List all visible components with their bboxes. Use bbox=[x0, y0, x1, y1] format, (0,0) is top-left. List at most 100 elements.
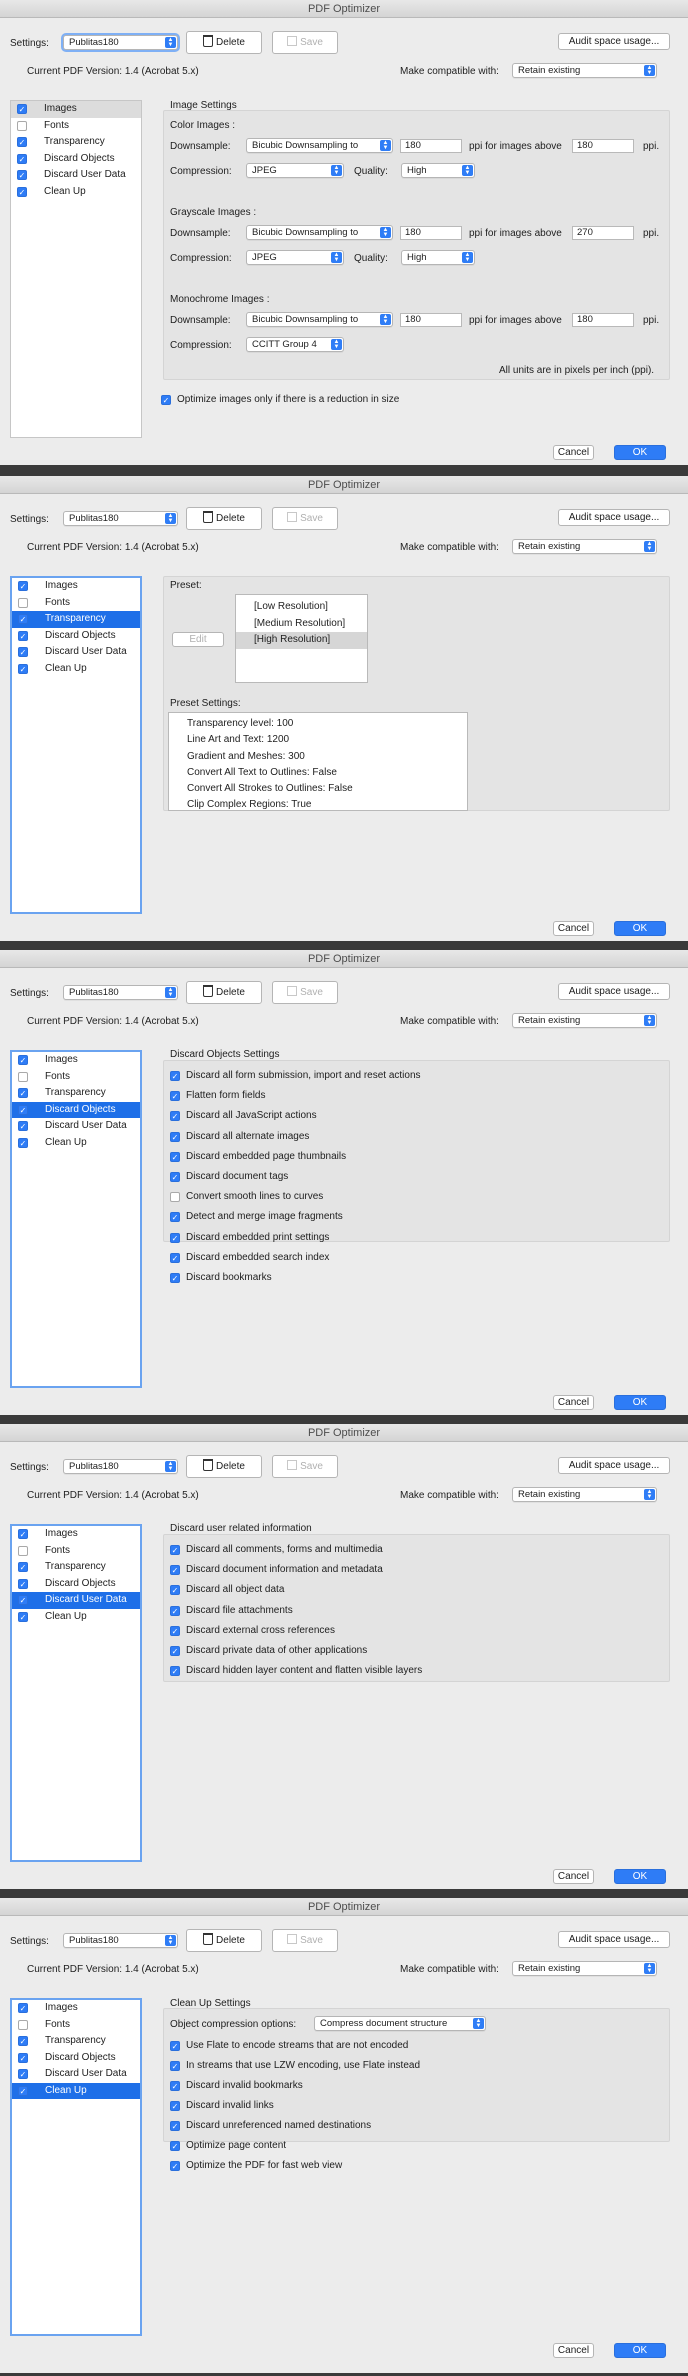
checkmark-icon[interactable]: ✓ bbox=[170, 2141, 180, 2151]
sidebar-item-images[interactable]: ✓ Images bbox=[11, 101, 141, 118]
checkmark-icon[interactable]: ✓ bbox=[161, 395, 171, 405]
checkmark-icon[interactable]: ✓ bbox=[18, 1121, 28, 1131]
checkmark-icon[interactable]: ✓ bbox=[18, 1529, 28, 1539]
checkmark-icon[interactable]: ✓ bbox=[17, 170, 27, 180]
mono-ppi-to-input[interactable]: 180 bbox=[400, 313, 462, 327]
checkmark-icon[interactable]: ✓ bbox=[18, 2052, 28, 2063]
checkmark-icon[interactable]: ✓ bbox=[170, 2121, 180, 2131]
category-sidebar[interactable]: ✓ Images Fonts ✓ Transparency ✓ Discard … bbox=[10, 576, 142, 914]
checkbox-icon[interactable] bbox=[17, 120, 27, 131]
checkmark-icon[interactable]: ✓ bbox=[18, 663, 28, 674]
checkmark-icon[interactable]: ✓ bbox=[17, 153, 27, 164]
checkmark-icon[interactable]: ✓ bbox=[170, 1071, 180, 1081]
delete-button[interactable]: Delete bbox=[186, 1455, 262, 1478]
cancel-button[interactable]: Cancel bbox=[553, 2343, 594, 2358]
sidebar-item-discard-user-data[interactable]: ✓ Discard User Data bbox=[12, 1118, 140, 1135]
sidebar-item-transparency[interactable]: ✓ Transparency bbox=[12, 1559, 140, 1576]
checkmark-icon[interactable]: ✓ bbox=[18, 647, 28, 657]
sidebar-item-fonts[interactable]: Fonts bbox=[12, 1543, 140, 1560]
checkbox-icon[interactable] bbox=[18, 1545, 28, 1556]
gray-quality-dropdown[interactable]: High ▲ ▼ bbox=[401, 250, 475, 265]
discard-objects-option[interactable]: Convert smooth lines to curves bbox=[170, 1191, 323, 1203]
checkmark-icon[interactable]: ✓ bbox=[18, 1137, 28, 1148]
sidebar-item-clean-up[interactable]: ✓ Clean Up bbox=[11, 184, 141, 201]
sidebar-item-discard-objects[interactable]: ✓ Discard Objects bbox=[12, 2050, 140, 2067]
checkmark-icon[interactable]: ✓ bbox=[170, 1212, 180, 1223]
sidebar-item-fonts[interactable]: Fonts bbox=[12, 2017, 140, 2034]
checkmark-icon[interactable]: ✓ bbox=[170, 2041, 180, 2051]
audit-space-button[interactable]: Audit space usage... bbox=[558, 983, 670, 1000]
checkmark-icon[interactable]: ✓ bbox=[170, 1666, 180, 1677]
discard-objects-option[interactable]: ✓ Flatten form fields bbox=[170, 1090, 265, 1102]
audit-space-button[interactable]: Audit space usage... bbox=[558, 1457, 670, 1474]
cancel-button[interactable]: Cancel bbox=[553, 921, 594, 936]
checkmark-icon[interactable]: ✓ bbox=[17, 137, 27, 147]
delete-button[interactable]: Delete bbox=[186, 31, 262, 54]
discard-objects-option[interactable]: ✓ Discard embedded search index bbox=[170, 1252, 329, 1263]
preset-list[interactable]: [Low Resolution] [Medium Resolution] [High… bbox=[235, 594, 368, 683]
discard-objects-option[interactable]: ✓ Discard bookmarks bbox=[170, 1272, 272, 1283]
edit-button[interactable]: Edit bbox=[172, 632, 224, 647]
sidebar-item-discard-user-data[interactable]: ✓ Discard User Data bbox=[12, 1592, 140, 1609]
checkmark-icon[interactable]: ✓ bbox=[17, 186, 27, 197]
discard-user-option[interactable]: ✓ Discard all object data bbox=[170, 1584, 284, 1596]
category-sidebar[interactable]: ✓ Images Fonts ✓ Transparency ✓ Discard … bbox=[10, 1050, 142, 1388]
ok-button[interactable]: OK bbox=[614, 921, 666, 936]
checkmark-icon[interactable]: ✓ bbox=[170, 1111, 180, 1122]
compat-dropdown[interactable]: Retain existing ▲ ▼ bbox=[512, 63, 657, 78]
mono-downsample-dropdown[interactable]: Bicubic Downsampling to ▲ ▼ bbox=[246, 312, 393, 327]
sidebar-item-images[interactable]: ✓ Images bbox=[12, 1526, 140, 1543]
ok-button[interactable]: OK bbox=[614, 1395, 666, 1410]
checkbox-icon[interactable] bbox=[170, 1192, 180, 1203]
sidebar-item-discard-user-data[interactable]: ✓ Discard User Data bbox=[12, 2066, 140, 2083]
discard-user-option[interactable]: ✓ Discard document information and metada… bbox=[170, 1564, 383, 1576]
sidebar-item-images[interactable]: ✓ Images bbox=[12, 2000, 140, 2017]
audit-space-button[interactable]: Audit space usage... bbox=[558, 1931, 670, 1948]
sidebar-item-clean-up[interactable]: ✓ Clean Up bbox=[12, 2082, 140, 2099]
mono-ppi-above-input[interactable]: 180 bbox=[572, 313, 634, 327]
category-sidebar[interactable]: ✓ Images Fonts ✓ Transparency ✓ Discard … bbox=[10, 100, 142, 438]
checkmark-icon[interactable]: ✓ bbox=[18, 2003, 28, 2013]
category-sidebar[interactable]: ✓ Images Fonts ✓ Transparency ✓ Discard … bbox=[10, 1524, 142, 1862]
gray-compression-dropdown[interactable]: JPEG ▲ ▼ bbox=[246, 250, 344, 265]
sidebar-item-fonts[interactable]: Fonts bbox=[12, 595, 140, 612]
sidebar-item-discard-objects[interactable]: ✓ Discard Objects bbox=[12, 628, 140, 645]
checkmark-icon[interactable]: ✓ bbox=[170, 1646, 180, 1656]
settings-dropdown[interactable]: Publitas180 ▲ ▼ bbox=[63, 1459, 178, 1474]
gray-ppi-above-input[interactable]: 270 bbox=[572, 226, 634, 240]
compat-dropdown[interactable]: Retain existing ▲ ▼ bbox=[512, 1013, 657, 1028]
audit-space-button[interactable]: Audit space usage... bbox=[558, 509, 670, 526]
checkmark-icon[interactable]: ✓ bbox=[170, 1565, 180, 1576]
compat-dropdown[interactable]: Retain existing ▲ ▼ bbox=[512, 539, 657, 554]
cleanup-option[interactable]: ✓ Discard invalid bookmarks bbox=[170, 2080, 303, 2091]
save-button[interactable]: Save bbox=[272, 1455, 338, 1478]
checkmark-icon[interactable]: ✓ bbox=[170, 1131, 180, 1142]
discard-objects-option[interactable]: ✓ Discard all form submission, import and… bbox=[170, 1070, 421, 1081]
checkbox-icon[interactable] bbox=[18, 597, 28, 608]
cancel-button[interactable]: Cancel bbox=[553, 1395, 594, 1410]
cleanup-option[interactable]: ✓ Optimize the PDF for fast web view bbox=[170, 2160, 342, 2171]
checkmark-icon[interactable]: ✓ bbox=[170, 1151, 180, 1162]
checkmark-icon[interactable]: ✓ bbox=[170, 2101, 180, 2111]
discard-user-option[interactable]: ✓ Discard all comments, forms and multime… bbox=[170, 1544, 383, 1555]
settings-dropdown[interactable]: Publitas180 ▲ ▼ bbox=[63, 1933, 178, 1948]
color-quality-dropdown[interactable]: High ▲ ▼ bbox=[401, 163, 475, 178]
color-ppi-to-input[interactable]: 180 bbox=[400, 139, 462, 153]
checkmark-icon[interactable]: ✓ bbox=[170, 1545, 180, 1555]
checkmark-icon[interactable]: ✓ bbox=[18, 1611, 28, 1622]
ok-button[interactable]: OK bbox=[614, 2343, 666, 2358]
sidebar-item-transparency[interactable]: ✓ Transparency bbox=[12, 1085, 140, 1102]
ok-button[interactable]: OK bbox=[614, 445, 666, 460]
optimize-only-checkbox[interactable]: ✓ Optimize images only if there is a redu… bbox=[161, 394, 399, 405]
sidebar-item-clean-up[interactable]: ✓ Clean Up bbox=[12, 1609, 140, 1626]
delete-button[interactable]: Delete bbox=[186, 1929, 262, 1952]
save-button[interactable]: Save bbox=[272, 1929, 338, 1952]
object-compression-dropdown[interactable]: Compress document structure ▲ ▼ bbox=[314, 2016, 486, 2031]
mono-compression-dropdown[interactable]: CCITT Group 4 ▲ ▼ bbox=[246, 337, 344, 352]
cleanup-option[interactable]: ✓ Optimize page content bbox=[170, 2140, 286, 2151]
checkmark-icon[interactable]: ✓ bbox=[18, 1088, 28, 1098]
gray-ppi-to-input[interactable]: 180 bbox=[400, 226, 462, 240]
settings-dropdown[interactable]: Publitas180 ▲ ▼ bbox=[63, 35, 178, 50]
delete-button[interactable]: Delete bbox=[186, 981, 262, 1004]
category-sidebar[interactable]: ✓ Images Fonts ✓ Transparency ✓ Discard … bbox=[10, 1998, 142, 2336]
